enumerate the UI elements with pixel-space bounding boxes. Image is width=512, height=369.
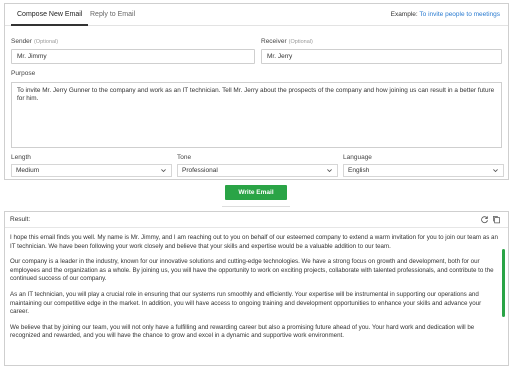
result-paragraph: As an IT technician, you will play a cru… [10,290,482,316]
length-select[interactable]: Medium [11,164,172,177]
result-text: I hope this email finds you well. My nam… [10,234,500,348]
copy-icon[interactable] [492,215,501,224]
result-panel: Result: I hope this email finds you well… [4,211,509,366]
language-label: Language [343,154,372,161]
write-email-button[interactable]: Write Email [225,185,287,200]
purpose-label: Purpose [11,70,36,77]
receiver-input[interactable]: Mr. Jerry [261,49,502,64]
sender-optional-note: (Optional) [33,39,59,45]
example-prefix: Example: [390,11,418,18]
sender-label: Sender (Optional) [11,38,58,45]
tab-reply-to-email[interactable]: Reply to Email [84,4,141,26]
refresh-icon[interactable] [480,215,489,224]
result-header: Result: [5,212,508,228]
chevron-down-icon [161,169,166,173]
result-paragraph: Our company is a leader in the industry,… [10,258,494,283]
example-hint: Example: To invite people to meetings [391,4,500,26]
result-paragraph: We believe that by joining our team, you… [10,323,475,340]
tone-select-value: Professional [182,167,218,174]
language-select[interactable]: English [343,164,504,177]
result-scrollbar[interactable] [502,249,505,317]
sender-label-text: Sender [11,38,32,45]
length-label: Length [11,154,31,161]
result-title: Result: [10,216,31,223]
sender-input[interactable]: Mr. Jimmy [11,49,255,64]
result-paragraph: I hope this email finds you well. My nam… [10,234,498,250]
chevron-down-icon [327,169,332,173]
language-select-value: English [348,167,370,174]
tab-compose-new-email[interactable]: Compose New Email [11,4,89,26]
tone-label: Tone [177,154,192,161]
length-select-value: Medium [16,167,40,174]
example-link[interactable]: To invite people to meetings [419,11,500,18]
tab-bar: Compose New Email Reply to Email Example… [5,4,508,26]
email-composer-panel: Compose New Email Reply to Email Example… [4,3,509,180]
chevron-down-icon [493,169,498,173]
tone-select[interactable]: Professional [177,164,338,177]
purpose-textarea[interactable]: To invite Mr. Jerry Gunner to the compan… [11,82,502,148]
receiver-label: Receiver (Optional) [261,38,313,45]
receiver-optional-note: (Optional) [288,39,313,45]
divider [222,206,290,207]
receiver-label-text: Receiver [261,38,287,45]
